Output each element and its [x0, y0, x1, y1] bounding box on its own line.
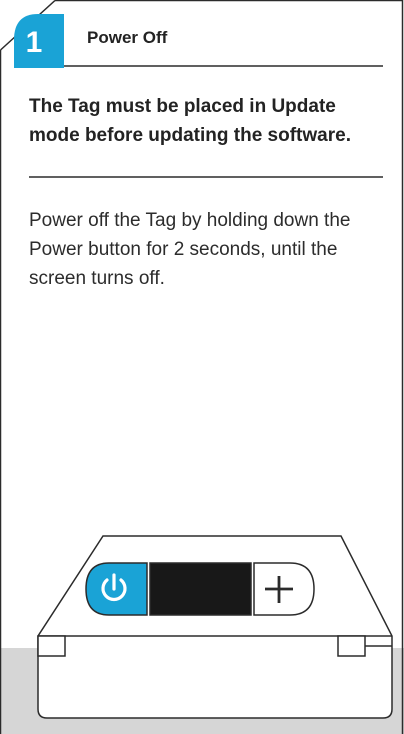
- instruction-card: 1 Power Off The Tag must be placed in Up…: [0, 0, 404, 734]
- tag-device: [37, 535, 393, 719]
- device-screen: [149, 562, 252, 616]
- warning-text: The Tag must be placed in Update mode be…: [29, 96, 351, 146]
- plus-button[interactable]: [253, 562, 315, 616]
- instruction-text: Power off the Tag by holding down the Po…: [29, 210, 351, 289]
- power-button[interactable]: [85, 562, 148, 616]
- step-number: 1: [25, 26, 43, 59]
- step-title: Power Off: [87, 28, 168, 47]
